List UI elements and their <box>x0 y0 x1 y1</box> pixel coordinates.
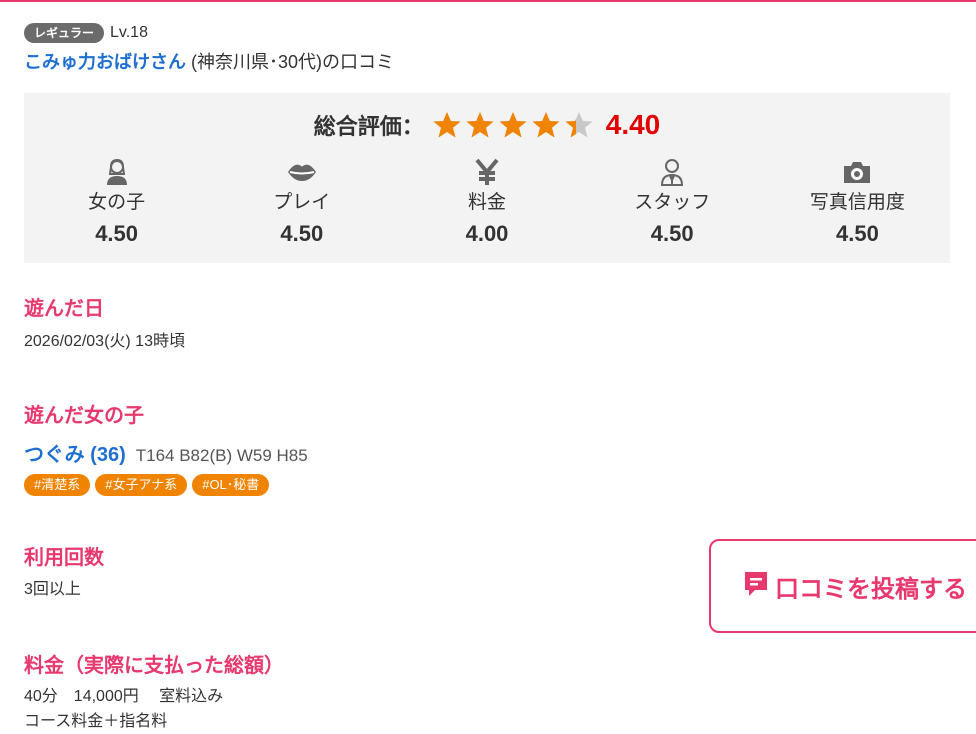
overall-label: 総合評価： <box>313 114 424 139</box>
price-breakdown: コース料金＋指名料 <box>24 713 168 730</box>
category-label: 写真信用度 <box>809 192 905 213</box>
rating-panel: 総合評価： 4.40 女の子 4.50 プレイ 4.50 料金 4.00 スタッ… <box>24 93 950 263</box>
visit-date-value: 2026/02/03(火) 13時頃 <box>24 333 185 350</box>
star-icon <box>466 112 494 138</box>
tag-badge[interactable]: #OL･秘書 <box>192 474 270 496</box>
overall-score: 4.40 <box>605 109 661 140</box>
star-icon <box>433 112 461 138</box>
girl-specs: T164 B82(B) W59 H85 <box>135 446 308 465</box>
category-play: プレイ 4.50 <box>209 157 394 247</box>
usage-count-title: 利用回数 <box>24 547 104 569</box>
usage-count-value: 3回以上 <box>24 581 81 598</box>
tag-badge[interactable]: #女子アナ系 <box>95 474 188 496</box>
category-score: 4.50 <box>650 221 694 246</box>
girl-info: つぐみ (36) T164 B82(B) W59 H85 <box>24 438 308 467</box>
girl-name-link[interactable]: つぐみ (36) <box>24 438 126 467</box>
overall-rating: 総合評価： 4.40 <box>24 109 950 143</box>
category-ratings: 女の子 4.50 プレイ 4.50 料金 4.00 スタッフ 4.50 写真信用… <box>24 157 950 247</box>
reviewer-name-link[interactable]: こみゅ力おばけさん <box>24 52 186 72</box>
reviewer-meta: (神奈川県･30代)の口コミ <box>191 52 395 72</box>
rank-badge: レギュラー <box>24 23 105 43</box>
category-score: 4.50 <box>95 221 139 246</box>
category-score: 4.00 <box>465 221 509 246</box>
category-girl: 女の子 4.50 <box>24 157 209 247</box>
staff-icon <box>580 157 765 187</box>
girl-section-title: 遊んだ女の子 <box>24 405 144 427</box>
tag-badge[interactable]: #清楚系 <box>24 474 91 496</box>
price-detail: 40分 14,000円 室料込み <box>24 688 224 705</box>
yen-icon <box>394 157 579 187</box>
category-photo: 写真信用度 4.50 <box>765 157 950 247</box>
category-price: 料金 4.00 <box>394 157 579 247</box>
post-review-label: 口コミを投稿する <box>775 575 967 603</box>
star-icon <box>565 112 593 138</box>
category-score: 4.50 <box>836 221 879 246</box>
reviewer-level: Lv.18 <box>110 24 148 41</box>
category-staff: スタッフ 4.50 <box>580 157 765 247</box>
star-rating <box>432 110 594 140</box>
reviewer-name-row: こみゅ力おばけさん (神奈川県･30代)の口コミ <box>24 50 394 74</box>
category-score: 4.50 <box>280 221 324 246</box>
price-title: 料金（実際に支払った総額） <box>24 655 284 677</box>
reviewer-badge-row: レギュラー Lv.18 <box>24 22 394 44</box>
category-label: スタッフ <box>634 192 711 213</box>
girl-tags: #清楚系 #女子アナ系 #OL･秘書 <box>24 474 270 496</box>
category-label: 女の子 <box>88 192 146 213</box>
comment-icon <box>743 570 769 603</box>
category-label: 料金 <box>468 192 507 213</box>
camera-icon <box>765 157 950 187</box>
visit-date-title: 遊んだ日 <box>24 298 104 320</box>
star-icon <box>499 112 527 138</box>
category-label: プレイ <box>273 192 331 213</box>
post-review-button[interactable]: 口コミを投稿する <box>709 539 976 633</box>
lips-icon <box>209 157 394 187</box>
reviewer-header: レギュラー Lv.18 こみゅ力おばけさん (神奈川県･30代)の口コミ <box>24 22 394 74</box>
star-icon <box>532 112 560 138</box>
girl-icon <box>24 157 209 187</box>
